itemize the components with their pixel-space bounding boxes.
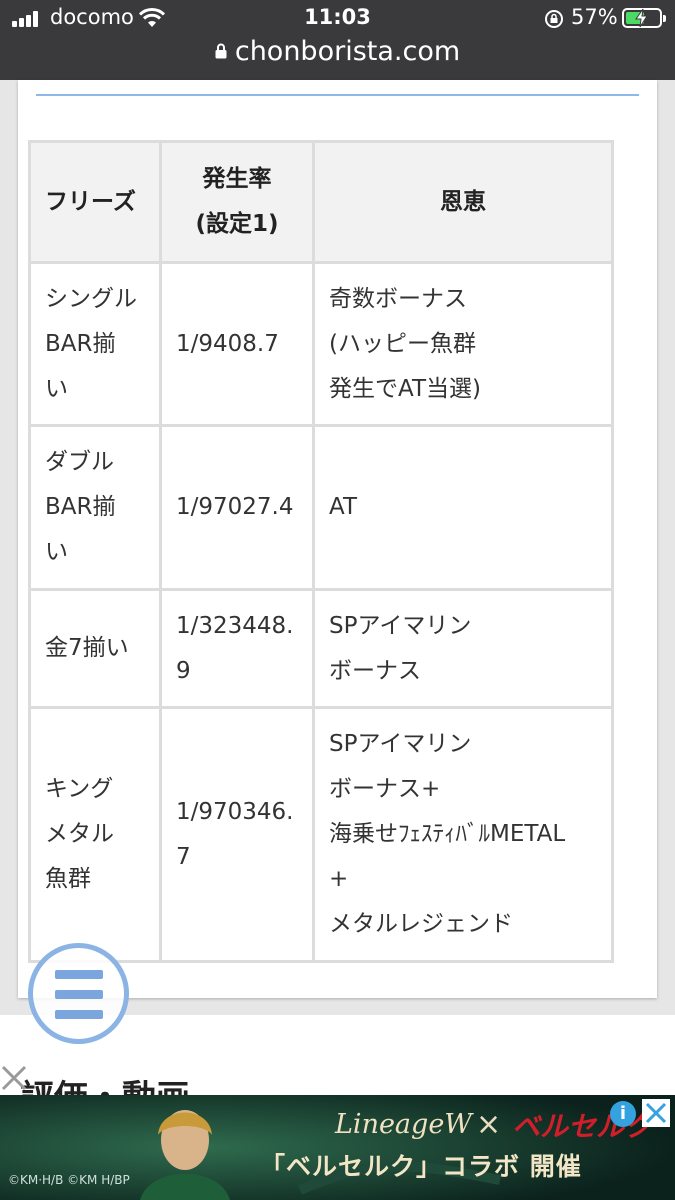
battery-icon [622, 8, 666, 28]
cell-benefit: 奇数ボーナス (ハッピー魚群 発生でAT当選) [312, 261, 614, 427]
ad-close-icon[interactable] [642, 1099, 670, 1127]
cell-freeze: ダブル BAR揃い [28, 424, 162, 591]
table-row: 金7揃い 1/323448. 9 SPアイマリン ボーナス [28, 588, 614, 709]
header-rate: 発生率 (設定1) [159, 140, 315, 264]
ad-logo-text: LineageW [335, 1109, 473, 1140]
browser-top-bar: docomo 11:03 57% chonborista.com [0, 0, 675, 80]
url-domain: chonborista.com [234, 36, 461, 67]
cell-benefit: SPアイマリン ボーナス+ 海乗せﾌｪｽﾃｨﾊﾞﾙMETAL + メタルレジェンド [312, 706, 614, 963]
cell-freeze: キング メタル 魚群 [28, 706, 162, 963]
cell-rate: 1/970346. 7 [159, 706, 315, 963]
divider [36, 94, 639, 96]
cell-benefit: AT [312, 424, 614, 591]
cell-freeze: シングル BAR揃い [28, 261, 162, 427]
ad-copyright: ©KM·H/B ©KM H/BP [8, 1173, 130, 1187]
menu-button[interactable] [28, 943, 129, 1044]
table-row: ダブル BAR揃い 1/97027.4 AT [28, 424, 614, 591]
page-content: フリーズ 発生率 (設定1) 恩恵 シングル BAR揃い 1/9408.7 奇数ボ… [0, 80, 675, 1095]
charging-bolt-icon [635, 8, 648, 28]
cell-rate: 1/323448. 9 [159, 588, 315, 709]
status-bar: docomo 11:03 57% [0, 0, 675, 36]
freeze-table: フリーズ 発生率 (設定1) 恩恵 シングル BAR揃い 1/9408.7 奇数ボ… [28, 140, 614, 963]
ad-cross: × [476, 1107, 502, 1142]
cell-rate: 1/9408.7 [159, 261, 315, 427]
cell-benefit: SPアイマリン ボーナス [312, 588, 614, 709]
table-row: シングル BAR揃い 1/9408.7 奇数ボーナス (ハッピー魚群 発生でAT当選) [28, 261, 614, 427]
padlock-icon [215, 43, 227, 59]
rotation-lock-icon [545, 10, 563, 28]
cell-freeze: 金7揃い [28, 588, 162, 709]
ad-banner[interactable]: LineageW × ベルセルク 「ベルセルク」コラボ 開催 ©KM·H/B ©… [0, 1095, 675, 1200]
table-header-row: フリーズ 発生率 (設定1) 恩恵 [28, 140, 614, 264]
header-freeze: フリーズ [28, 140, 162, 264]
url-bar[interactable]: chonborista.com [0, 36, 675, 72]
battery-percent: 57% [571, 5, 618, 29]
cell-rate: 1/97027.4 [159, 424, 315, 591]
close-icon[interactable] [0, 1064, 28, 1092]
header-benefit: 恩恵 [312, 140, 614, 264]
ad-character-image [140, 1110, 230, 1200]
ad-info-icon[interactable]: i [610, 1101, 636, 1127]
ad-headline: 「ベルセルク」コラボ 開催 [260, 1152, 582, 1181]
table-row: キング メタル 魚群 1/970346. 7 SPアイマリン ボーナス+ 海乗せﾌｪｽﾃｨ… [28, 706, 614, 963]
